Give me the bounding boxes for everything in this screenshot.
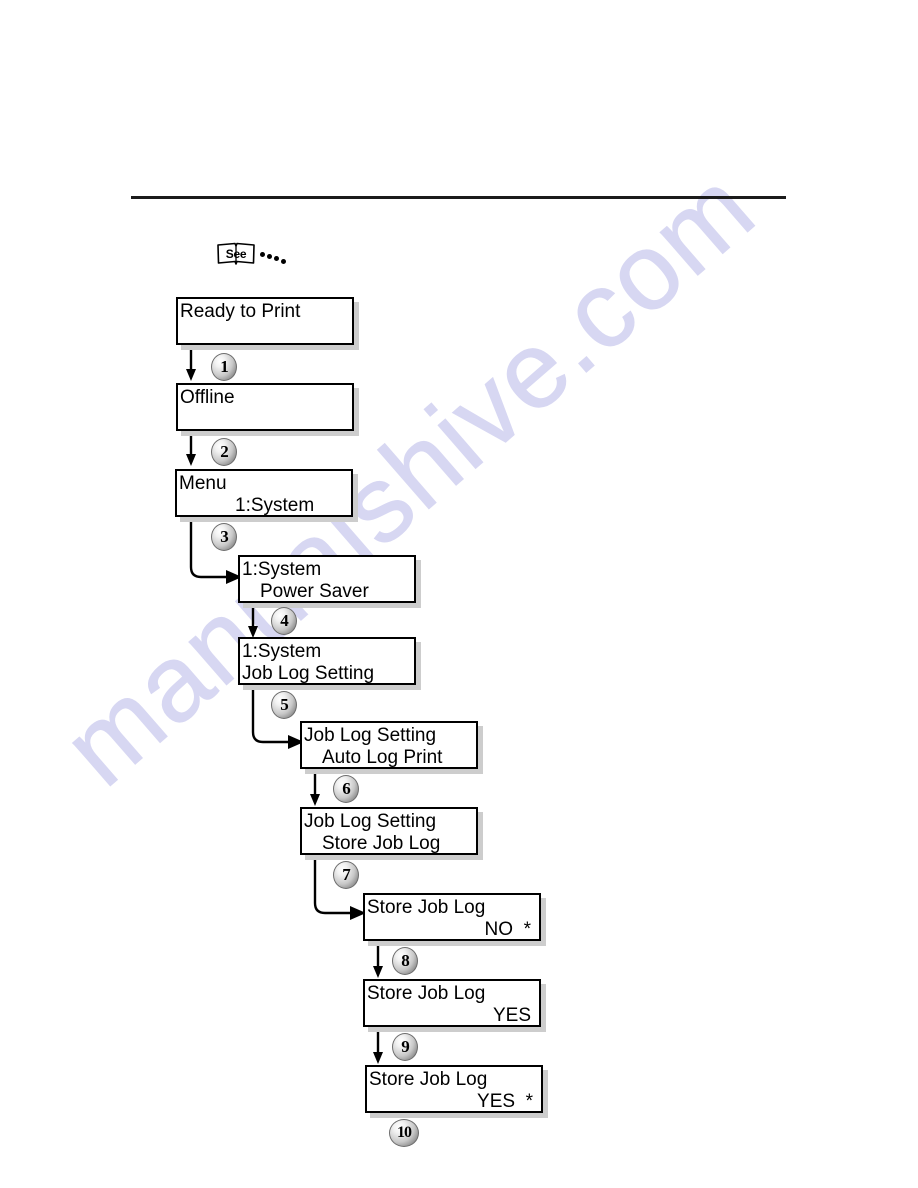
step-badge-7: 7	[333, 861, 359, 889]
panel-line-1: Ready to Print	[180, 301, 301, 322]
connector-arrow-9	[373, 1028, 393, 1066]
lcd-panel-system-job-log-setting: 1:System Job Log Setting	[238, 637, 421, 690]
panel-line-2: NO *	[484, 919, 531, 940]
step-number: 1	[220, 357, 229, 376]
see-label: See	[225, 247, 247, 261]
step-number: 3	[220, 527, 229, 546]
step-number: 5	[280, 695, 289, 714]
lcd-panel-system-power-saver: 1:System Power Saver	[238, 555, 421, 608]
lcd-panel-store-job-log-no: Store Job Log NO *	[363, 893, 546, 946]
step-number: 6	[342, 779, 351, 798]
panel-line-1: Menu	[179, 473, 227, 494]
panel-line-1: Store Job Log	[369, 1069, 488, 1090]
panel-line-2: Power Saver	[260, 581, 369, 602]
lcd-panel-ready-to-print: Ready to Print	[176, 297, 359, 350]
step-number: 8	[401, 951, 410, 970]
step-number: 9	[401, 1037, 410, 1056]
step-number: 10	[397, 1124, 412, 1141]
step-badge-4: 4	[271, 607, 297, 635]
lcd-panel-job-log-setting-store-job-log: Job Log Setting Store Job Log	[300, 807, 483, 860]
panel-line-1: 1:System	[242, 559, 322, 580]
step-badge-8: 8	[392, 947, 418, 975]
panel-line-1: Offline	[180, 387, 235, 408]
step-number: 4	[280, 611, 289, 630]
panel-line-1: Store Job Log	[367, 897, 486, 918]
step-badge-10: 10	[389, 1119, 419, 1147]
step-number: 2	[220, 442, 229, 461]
connector-arrow-1	[186, 345, 206, 383]
lcd-panel-job-log-setting-auto-log-print: Job Log Setting Auto Log Print	[300, 721, 483, 774]
lcd-panel-store-job-log-yes: Store Job Log YES	[363, 979, 546, 1032]
header-divider-rule	[131, 196, 786, 199]
connector-arrow-8	[373, 942, 393, 980]
lcd-panel-offline: Offline	[176, 383, 359, 436]
open-book-icon: See	[216, 242, 256, 266]
lcd-panel-store-job-log-yes-selected: Store Job Log YES *	[365, 1065, 548, 1118]
panel-line-2: Auto Log Print	[322, 747, 443, 768]
lcd-panel-menu-system: Menu 1:System	[175, 469, 358, 522]
panel-line-2: 1:System	[235, 495, 315, 516]
panel-line-2: Job Log Setting	[242, 663, 375, 684]
watermark-text: manualshive.com	[40, 145, 777, 809]
connector-arrow-6	[310, 768, 330, 808]
panel-line-1: Job Log Setting	[304, 811, 437, 832]
step-number: 7	[342, 865, 351, 884]
step-badge-5: 5	[271, 691, 297, 719]
step-badge-6: 6	[333, 775, 359, 803]
panel-line-2: Store Job Log	[322, 833, 441, 854]
panel-line-1: 1:System	[242, 641, 322, 662]
step-badge-2: 2	[211, 438, 237, 466]
panel-line-2: YES *	[477, 1091, 533, 1112]
trailing-dots-icon	[258, 240, 286, 268]
panel-line-1: Store Job Log	[367, 983, 486, 1004]
step-badge-9: 9	[392, 1033, 418, 1061]
panel-line-2: YES	[492, 1005, 531, 1026]
step-badge-3: 3	[211, 523, 237, 551]
step-badge-1: 1	[211, 353, 237, 381]
panel-line-1: Job Log Setting	[304, 725, 437, 746]
see-reference-marker: See	[216, 240, 286, 268]
